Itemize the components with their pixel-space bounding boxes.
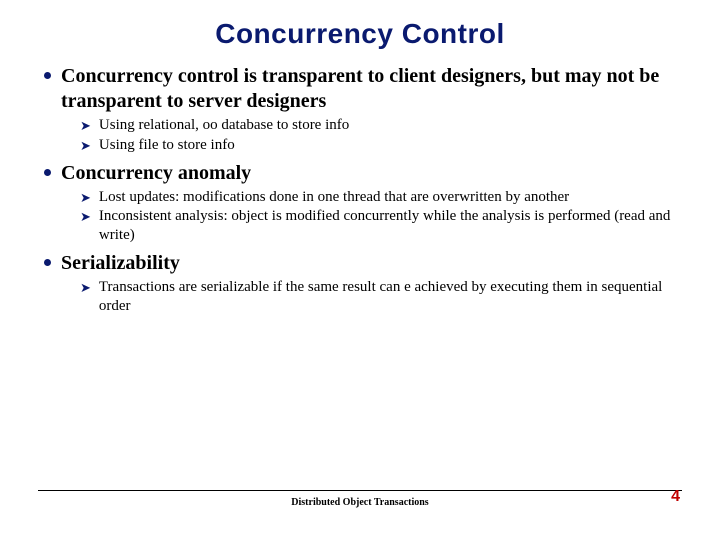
- footer-text: Distributed Object Transactions: [38, 497, 682, 508]
- sub-bullet-text: Inconsistent analysis: object is modifie…: [99, 207, 682, 245]
- bullet-item: Serializability: [44, 251, 682, 276]
- arrow-icon: ➤: [80, 138, 91, 154]
- sub-bullet-group: ➤ Lost updates: modifications done in on…: [80, 188, 682, 245]
- sub-bullet-item: ➤ Using relational, oo database to store…: [80, 116, 682, 135]
- bullet-text: Concurrency control is transparent to cl…: [61, 64, 682, 114]
- sub-bullet-item: ➤ Lost updates: modifications done in on…: [80, 188, 682, 207]
- bullet-dot-icon: [44, 72, 51, 79]
- content-area: Concurrency control is transparent to cl…: [38, 64, 682, 315]
- bullet-text: Concurrency anomaly: [61, 161, 251, 186]
- sub-bullet-text: Using file to store info: [99, 136, 235, 155]
- bullet-item: Concurrency anomaly: [44, 161, 682, 186]
- sub-bullet-group: ➤ Using relational, oo database to store…: [80, 116, 682, 155]
- bullet-text: Serializability: [61, 251, 180, 276]
- sub-bullet-text: Lost updates: modifications done in one …: [99, 188, 569, 207]
- bullet-item: Concurrency control is transparent to cl…: [44, 64, 682, 114]
- bullet-dot-icon: [44, 259, 51, 266]
- sub-bullet-item: ➤ Inconsistent analysis: object is modif…: [80, 207, 682, 245]
- divider: [38, 490, 682, 492]
- arrow-icon: ➤: [80, 209, 91, 225]
- arrow-icon: ➤: [80, 118, 91, 134]
- sub-bullet-item: ➤ Using file to store info: [80, 136, 682, 155]
- bullet-dot-icon: [44, 169, 51, 176]
- footer-area: Distributed Object Transactions: [38, 490, 682, 509]
- arrow-icon: ➤: [80, 280, 91, 296]
- page-number: 4: [671, 488, 680, 506]
- slide-title: Concurrency Control: [38, 18, 682, 50]
- sub-bullet-group: ➤ Transactions are serializable if the s…: [80, 278, 682, 316]
- sub-bullet-item: ➤ Transactions are serializable if the s…: [80, 278, 682, 316]
- sub-bullet-text: Transactions are serializable if the sam…: [99, 278, 682, 316]
- slide: Concurrency Control Concurrency control …: [0, 0, 720, 540]
- arrow-icon: ➤: [80, 190, 91, 206]
- sub-bullet-text: Using relational, oo database to store i…: [99, 116, 349, 135]
